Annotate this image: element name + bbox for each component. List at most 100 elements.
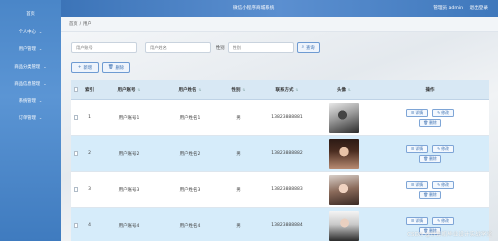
sidebar-item-label: 首页	[26, 11, 35, 17]
top-bar: 微信小程序商城系统 管理员 admin 退出登录	[61, 0, 498, 17]
table-row: 1 用户账号1 用户姓名1 男 13823888881 ☰ 详情 ✎ 修改 🗑 删除	[71, 100, 489, 136]
avatar	[329, 102, 359, 133]
sort-icon: ⇅	[137, 87, 141, 92]
sex-search-input[interactable]	[227, 42, 294, 53]
cell-account: 用户账号1	[118, 115, 140, 121]
row-checkbox[interactable]	[73, 187, 79, 192]
column-header-index: 索引	[85, 87, 94, 93]
column-header-avatar[interactable]: 头像 ⇅	[317, 87, 371, 93]
cell-index: 1	[88, 115, 91, 120]
watermark: CSDN @计算机毕业设计实战学堂	[407, 232, 492, 238]
cell-index: 2	[88, 151, 91, 156]
breadcrumb-home[interactable]: 首页	[69, 21, 78, 27]
cell-sex: 男	[236, 223, 241, 229]
row-checkbox[interactable]	[73, 223, 79, 228]
row-actions: ☰ 详情 ✎ 修改 🗑 删除	[371, 180, 489, 199]
chevron-down-icon: ⌄	[38, 29, 43, 34]
cell-phone: 13823888882	[271, 151, 303, 156]
sidebar-item-product-management[interactable]: 商品信息管理 ⌄	[0, 78, 61, 89]
sidebar-item-system-management[interactable]: 系统管理 ⌄	[0, 95, 61, 106]
sidebar-item-label: 个人中心	[18, 29, 36, 35]
delete-button[interactable]: 🗑 删除	[419, 154, 441, 163]
sort-icon: ⇅	[242, 87, 246, 92]
detail-icon: ☰	[411, 218, 415, 223]
chevron-down-icon: ⌄	[43, 64, 47, 69]
detail-icon: ☰	[411, 182, 415, 187]
search-icon: ⌕	[301, 45, 304, 50]
cell-name: 用户姓名1	[179, 115, 201, 121]
edit-button[interactable]: ✎ 修改	[432, 144, 454, 153]
main-content: 性别 ⌕ 查询 + 新增 🗑 删除 索引 用户账号⇅ 用户姓名⇅ 性别⇅ 联系方…	[61, 32, 498, 241]
batch-delete-button[interactable]: 🗑 删除	[102, 62, 130, 73]
sidebar-item-personal-center[interactable]: 个人中心 ⌄	[0, 26, 61, 37]
column-header-actions: 操作	[425, 87, 435, 93]
account-search-input[interactable]	[71, 42, 137, 53]
trash-icon: 🗑	[423, 192, 429, 197]
delete-button[interactable]: 🗑 删除	[419, 118, 441, 127]
cell-index: 3	[88, 187, 91, 192]
edit-button[interactable]: ✎ 修改	[432, 180, 454, 189]
cell-sex: 男	[236, 187, 241, 193]
avatar	[329, 138, 359, 169]
column-header-account[interactable]: 用户账号 ⇅	[98, 87, 160, 93]
sidebar-item-label: 商品信息管理	[14, 81, 41, 87]
search-button[interactable]: ⌕ 查询	[296, 42, 320, 53]
row-checkbox[interactable]	[73, 151, 79, 156]
search-bar: 性别 ⌕ 查询	[71, 42, 320, 53]
add-button-label: 新增	[83, 65, 93, 71]
detail-icon: ☰	[411, 110, 415, 115]
cell-name: 用户姓名2	[179, 151, 201, 157]
sidebar-item-order-management[interactable]: 订单管理 ⌄	[0, 112, 61, 123]
edit-icon: ✎	[437, 218, 441, 223]
sidebar-item-home[interactable]: 首页	[0, 8, 61, 19]
cell-account: 用户账号4	[118, 223, 140, 229]
add-button[interactable]: + 新增	[71, 62, 99, 73]
trash-icon: 🗑	[423, 156, 429, 161]
breadcrumb-current: 用户	[83, 22, 92, 27]
column-header-phone[interactable]: 联系方式 ⇅	[257, 87, 317, 93]
table-row: 2 用户账号2 用户姓名2 男 13823888882 ☰ 详情 ✎ 修改 🗑 删除	[71, 136, 489, 172]
edit-button[interactable]: ✎ 修改	[432, 108, 454, 117]
sidebar-item-user-management[interactable]: 用户管理 ⌄	[0, 43, 61, 54]
cell-index: 4	[88, 223, 91, 228]
edit-icon: ✎	[437, 110, 441, 115]
cell-sex: 男	[236, 151, 241, 157]
avatar	[329, 174, 359, 205]
cell-phone: 13823888881	[271, 115, 303, 120]
delete-button[interactable]: 🗑 删除	[419, 190, 441, 199]
column-header-sex[interactable]: 性别 ⇅	[220, 87, 257, 93]
avatar	[329, 210, 359, 241]
table-row: 3 用户账号3 用户姓名3 男 13823888883 ☰ 详情 ✎ 修改 🗑 删除	[71, 172, 489, 208]
sidebar: 首页 个人中心 ⌄ 用户管理 ⌄ 商品分类管理 ⌄ 商品信息管理 ⌄ 系统管理 …	[0, 0, 61, 241]
detail-button[interactable]: ☰ 详情	[406, 108, 428, 117]
sidebar-item-label: 用户管理	[18, 46, 36, 52]
column-header-name[interactable]: 用户姓名 ⇅	[160, 87, 220, 93]
detail-button[interactable]: ☰ 详情	[406, 144, 428, 153]
cell-phone: 13823888883	[271, 187, 303, 192]
sidebar-item-category-management[interactable]: 商品分类管理 ⌄	[0, 61, 61, 72]
current-user: 管理员 admin	[433, 6, 463, 11]
search-button-label: 查询	[306, 45, 315, 51]
sidebar-item-label: 系统管理	[18, 98, 36, 104]
breadcrumb-separator: /	[79, 21, 82, 27]
sidebar-item-label: 订单管理	[18, 115, 36, 121]
cell-account: 用户账号2	[118, 151, 140, 157]
sort-icon: ⇅	[295, 87, 299, 92]
trash-icon: 🗑	[107, 65, 114, 70]
trash-icon: 🗑	[423, 120, 429, 125]
select-all-checkbox[interactable]	[73, 87, 79, 92]
row-checkbox[interactable]	[73, 115, 79, 120]
detail-button[interactable]: ☰ 详情	[406, 180, 428, 189]
batch-delete-label: 删除	[115, 65, 125, 71]
chevron-down-icon: ⌄	[38, 46, 43, 51]
edit-button[interactable]: ✎ 修改	[432, 216, 454, 225]
name-search-input[interactable]	[145, 42, 211, 53]
cell-phone: 13823888884	[271, 223, 303, 228]
user-table: 索引 用户账号 ⇅ 用户姓名 ⇅ 性别 ⇅ 联系方式 ⇅ 头像 ⇅ 操作 1 用户账号1 …	[71, 80, 489, 241]
detail-button[interactable]: ☰ 详情	[406, 216, 428, 225]
edit-icon: ✎	[437, 182, 441, 187]
logout-link[interactable]: 退出登录	[470, 5, 488, 11]
chevron-down-icon: ⌄	[38, 115, 43, 120]
sex-label: 性别	[216, 45, 225, 51]
app-title: 微信小程序商城系统	[233, 6, 275, 11]
